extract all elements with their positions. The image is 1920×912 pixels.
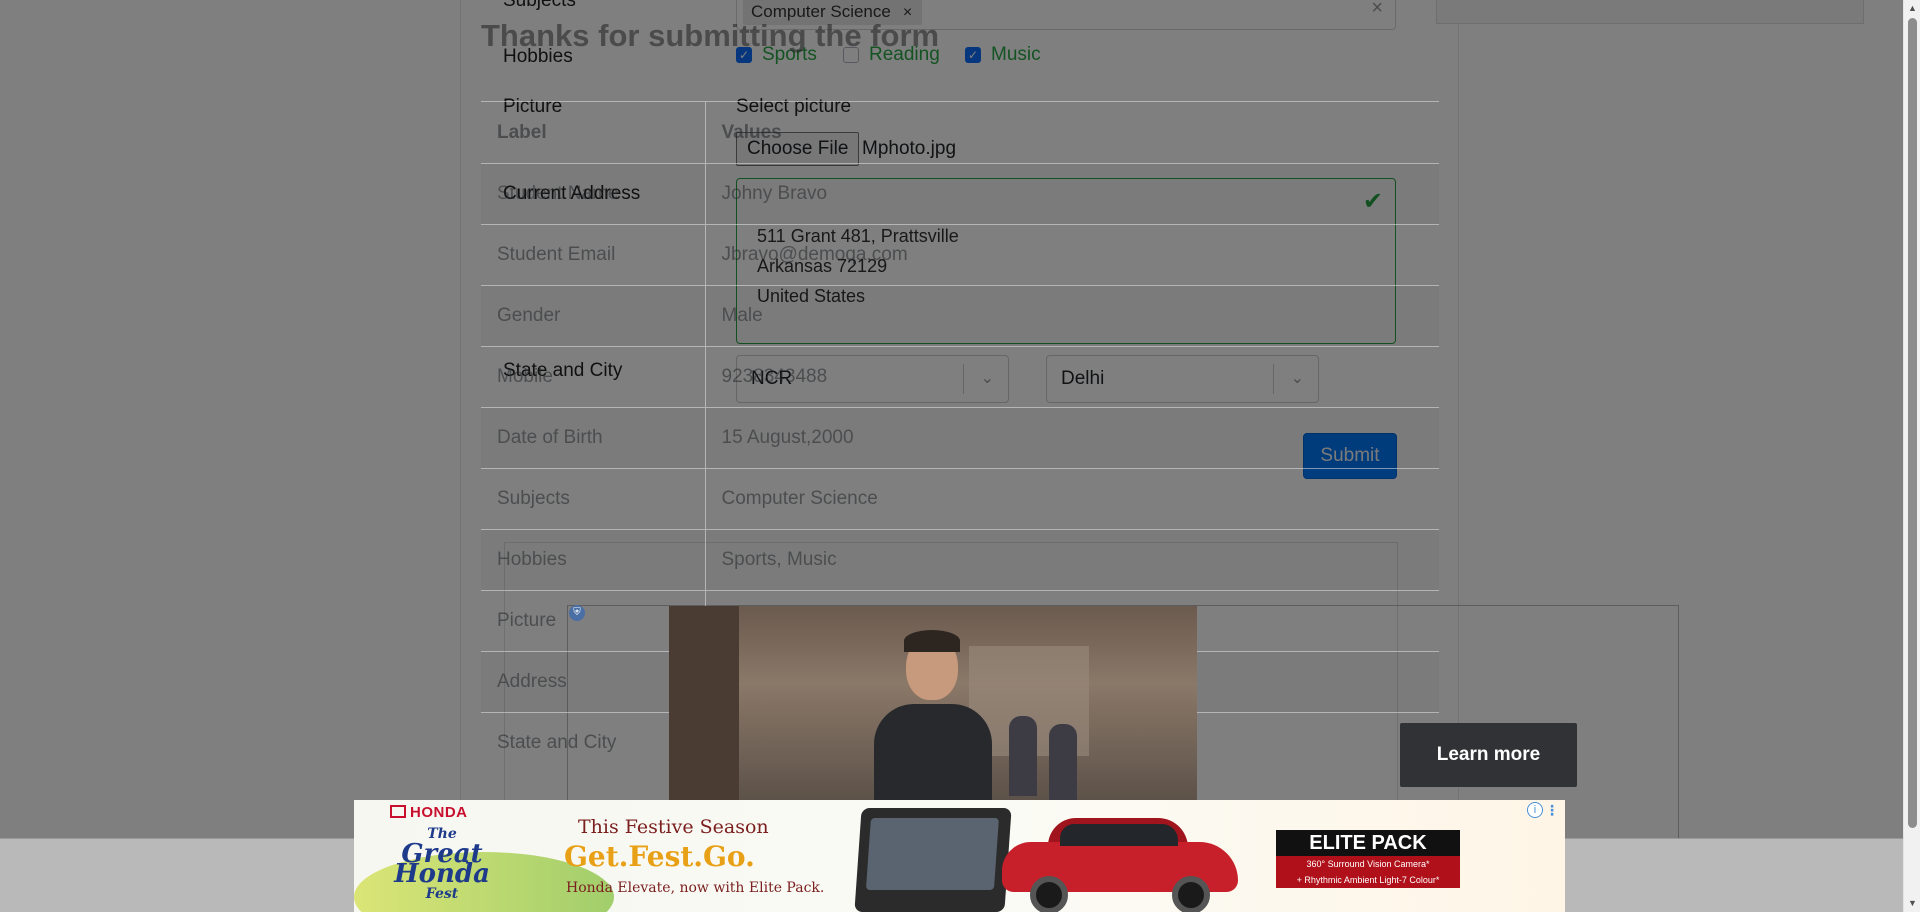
car-window (1060, 824, 1178, 846)
presenter-torso (874, 704, 992, 800)
row-label: Student Email (481, 224, 706, 286)
elite-feature: 360° Surround Vision Camera* (1276, 856, 1460, 872)
row-label: Student Name (481, 163, 706, 225)
honda-brand: HONDA (410, 804, 468, 821)
honda-banner-ad[interactable]: HONDA The Great Honda Fest This Festive … (354, 800, 1565, 912)
info-icon[interactable]: i (1527, 802, 1543, 818)
row-label: Subjects (481, 468, 706, 530)
elite-feature: + Rhythmic Ambient Light-7 Colour* (1276, 872, 1460, 888)
row-value: Male (705, 285, 1439, 347)
banner-subline: Honda Elevate, now with Elite Pack. (566, 880, 825, 896)
ad-shield-icon[interactable]: ⛨ (569, 605, 585, 621)
table-row: Subjects Computer Science (481, 468, 1439, 530)
car-wheel (1030, 876, 1068, 912)
honda-logo: HONDA (390, 804, 468, 821)
table-row: Student Email Jbravo@demoqa.com (481, 224, 1439, 286)
row-value: Sports, Music (705, 529, 1439, 591)
scroll-up-icon[interactable]: ▲ (1904, 0, 1920, 17)
row-label: Mobile (481, 346, 706, 408)
row-value: Johny Bravo (705, 163, 1439, 225)
car-wheel (1172, 876, 1210, 912)
table-row: Student Name Johny Bravo (481, 163, 1439, 225)
more-vertical-icon[interactable]: ⋮ (1545, 802, 1559, 819)
screen-display (865, 818, 999, 890)
great-honda-fest-logo: The Great Honda Fest (392, 824, 492, 904)
banner-tagline: This Festive Season (578, 816, 769, 838)
video-background (669, 606, 739, 800)
fest-word: Honda (394, 859, 490, 889)
table-row: Mobile 9238343488 (481, 346, 1439, 408)
vertical-scrollbar[interactable]: ▲ ▼ (1903, 0, 1920, 912)
modal-title: Thanks for submitting the form (481, 18, 940, 53)
table-row: Date of Birth 15 August,2000 (481, 407, 1439, 469)
dashboard-screen-image (854, 808, 1012, 912)
video-background-person (1049, 724, 1077, 800)
table-row: Gender Male (481, 285, 1439, 347)
banner-headline: Get.Fest.Go. (564, 840, 755, 873)
learn-more-button[interactable]: Learn more (1400, 723, 1577, 787)
table-header-row: Label Values (481, 101, 1439, 164)
row-label: Date of Birth (481, 407, 706, 469)
video-background-person (1009, 716, 1037, 796)
row-label: Gender (481, 285, 706, 347)
video-ad[interactable] (669, 606, 1197, 800)
row-value: 9238343488 (705, 346, 1439, 408)
table-row: Hobbies Sports, Music (481, 529, 1439, 591)
row-value: Computer Science (705, 468, 1439, 530)
row-value: Jbravo@demoqa.com (705, 224, 1439, 286)
scrollbar-thumb[interactable] (1908, 18, 1917, 828)
elite-pack-badge: ELITE PACK 360° Surround Vision Camera* … (1276, 830, 1460, 888)
elite-title: ELITE PACK (1309, 832, 1427, 854)
row-value: 15 August,2000 (705, 407, 1439, 469)
honda-h-icon (390, 805, 406, 818)
header-values: Values (705, 101, 1439, 164)
scroll-down-icon[interactable]: ▼ (1904, 895, 1920, 912)
video-presenter (874, 630, 992, 800)
row-label: Hobbies (481, 529, 706, 591)
header-label: Label (481, 101, 706, 164)
presenter-hair (904, 630, 960, 652)
car-image (1002, 812, 1238, 912)
